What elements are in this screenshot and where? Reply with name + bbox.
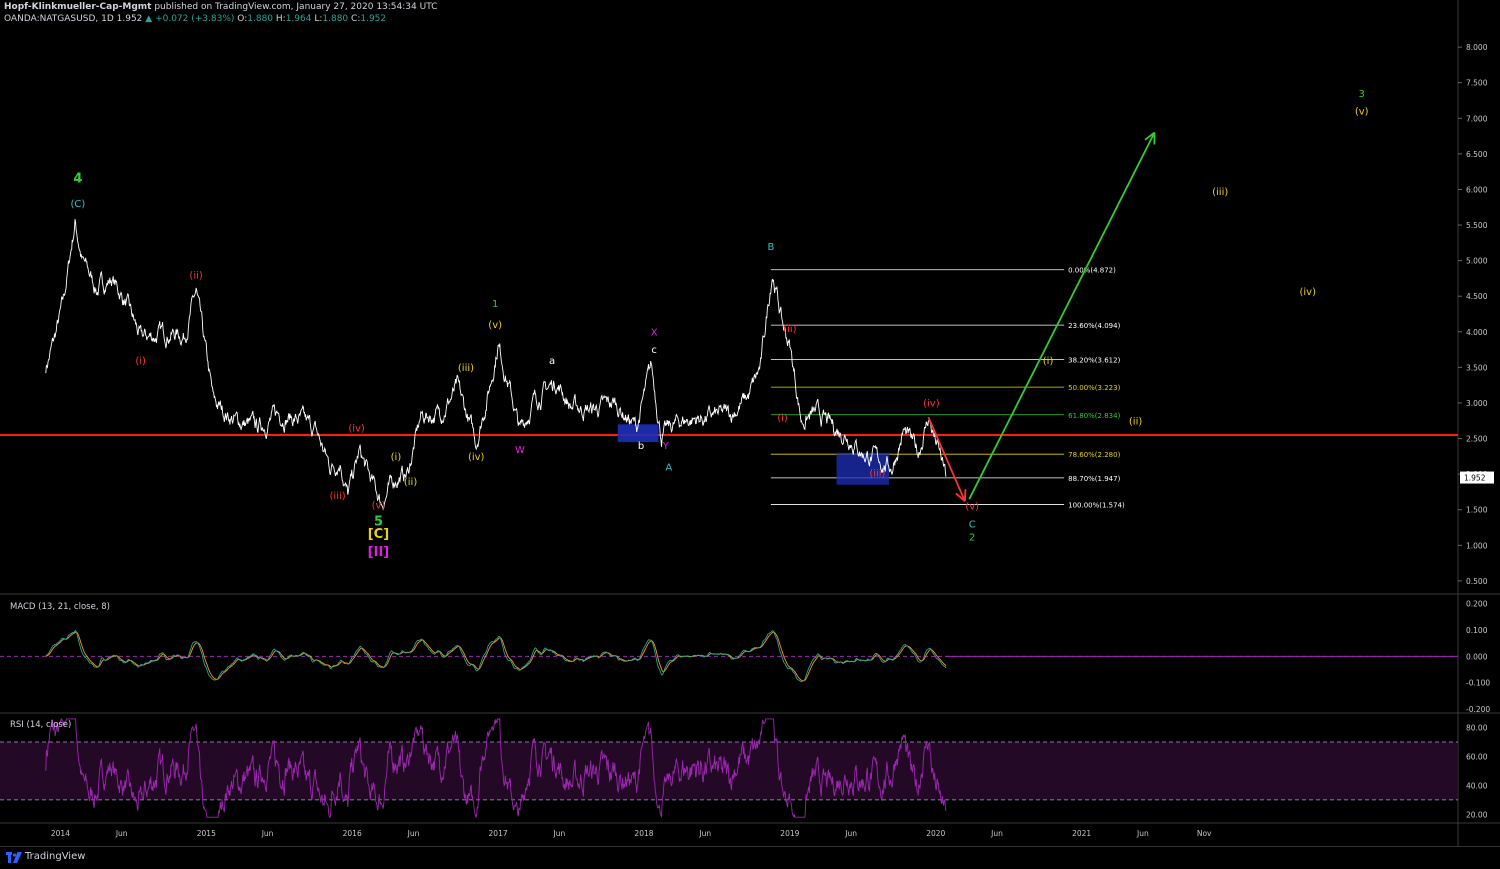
rsi-tick-label: 80.00 xyxy=(1466,724,1488,733)
wave-label: (v) xyxy=(1355,107,1369,118)
wave-label: (i) xyxy=(391,452,402,463)
y-tick-label: 7.000 xyxy=(1466,114,1488,123)
wave-label: (ii) xyxy=(404,477,417,488)
wave-label: Y xyxy=(662,441,670,452)
x-tick-label: 2021 xyxy=(1072,829,1091,838)
y-tick-label: 7.500 xyxy=(1466,79,1488,88)
fib-level-label: 50.00%(3.223) xyxy=(1068,384,1120,392)
wave-label: (iii) xyxy=(458,363,474,374)
fib-level-label: 100.00%(1.574) xyxy=(1068,501,1125,509)
wave-label: (v) xyxy=(372,500,386,511)
macd-tick-label: 0.100 xyxy=(1466,626,1488,635)
rsi-band xyxy=(0,742,1458,800)
y-tick-label: 1.000 xyxy=(1466,541,1488,550)
macd-tick-label: 0.200 xyxy=(1466,600,1488,609)
wave-label: W xyxy=(515,445,525,456)
rsi-pane xyxy=(0,719,1458,817)
wave-label: (C) xyxy=(71,199,86,210)
y-tick-label: 6.000 xyxy=(1466,185,1488,194)
wave-label: (iii) xyxy=(330,491,346,502)
x-tick-label: Jun xyxy=(115,829,128,838)
wave-label: (i) xyxy=(1043,356,1054,367)
wave-label: (ii) xyxy=(1129,416,1142,427)
wave-label: 2 xyxy=(969,532,975,543)
x-tick-label: Jun xyxy=(844,829,857,838)
wave-label: 3 xyxy=(1359,89,1365,100)
x-tick-label: Nov xyxy=(1197,829,1212,838)
wave-label: C xyxy=(969,520,976,531)
x-tick-label: 2018 xyxy=(634,829,653,838)
rsi-label[interactable]: RSI (14, close) xyxy=(10,720,71,730)
chart-canvas[interactable]: 0.00%(4.872) 23.60%(4.094) 38.20%(3.612) 50… xyxy=(0,0,1500,846)
rsi-tick-label: 40.00 xyxy=(1466,781,1488,790)
fib-level-label: 61.80%(2.834) xyxy=(1068,412,1120,420)
wave-label: (iii) xyxy=(1212,187,1228,198)
y-tick-label: 8.000 xyxy=(1466,43,1488,52)
x-tick-label: 2019 xyxy=(780,829,799,838)
macd-tick-label: -0.200 xyxy=(1466,705,1490,714)
wave-label: (i) xyxy=(777,413,788,424)
wave-label: 4 xyxy=(73,171,82,186)
x-tick-label: Jun xyxy=(552,829,565,838)
macd-label[interactable]: MACD (13, 21, close, 8) xyxy=(10,602,110,612)
y-tick-label: 0.500 xyxy=(1466,577,1488,586)
rsi-tick-label: 20.00 xyxy=(1466,810,1488,819)
wave-label: 1 xyxy=(492,299,498,310)
y-tick-label: 3.500 xyxy=(1466,363,1488,372)
wave-label: c xyxy=(651,345,657,356)
wave-label: (i) xyxy=(135,356,146,367)
macd-pane xyxy=(0,631,1458,682)
fib-level-label: 0.00%(4.872) xyxy=(1068,267,1116,275)
wave-label: (ii) xyxy=(189,270,202,281)
y-tick-label: 6.500 xyxy=(1466,150,1488,159)
y-tick-label: 4.500 xyxy=(1466,292,1488,301)
wave-label: [C] xyxy=(368,527,389,542)
price-pane: 0.00%(4.872) 23.60%(4.094) 38.20%(3.612) 50… xyxy=(0,89,1458,560)
x-tick-label: 2014 xyxy=(51,829,70,838)
wave-label: (iv) xyxy=(468,452,485,463)
projection-arrow-green xyxy=(969,133,1154,500)
y-tick-label: 3.000 xyxy=(1466,399,1488,408)
wave-label: (iv) xyxy=(348,423,365,434)
wave-label: (v) xyxy=(965,502,979,513)
x-tick-label: Jun xyxy=(261,829,274,838)
rsi-tick-label: 60.00 xyxy=(1466,752,1488,761)
fib-level-label: 88.70%(1.947) xyxy=(1068,475,1120,483)
wave-label: (iv) xyxy=(1299,287,1316,298)
fib-level-label: 38.20%(3.612) xyxy=(1068,356,1120,364)
projection-arrow-red xyxy=(928,417,964,501)
tradingview-brand[interactable]: TradingView xyxy=(25,851,85,862)
wave-label: b xyxy=(638,441,644,452)
x-tick-label: Jun xyxy=(407,829,420,838)
wave-label: A xyxy=(665,463,672,474)
wave-label: B xyxy=(767,242,774,253)
wave-label: a xyxy=(549,356,555,367)
x-tick-label: 2017 xyxy=(489,829,508,838)
y-tick-label: 1.500 xyxy=(1466,506,1488,515)
y-tick-label: 2.500 xyxy=(1466,435,1488,444)
macd-tick-label: -0.100 xyxy=(1466,679,1490,688)
wave-label: (ii) xyxy=(783,324,796,335)
x-tick-label: Jun xyxy=(1136,829,1149,838)
wave-label: (iii) xyxy=(869,468,885,479)
last-price-label: 1.952 xyxy=(1464,474,1486,483)
macd-tick-label: 0.000 xyxy=(1466,652,1488,661)
y-tick-label: 5.000 xyxy=(1466,257,1488,266)
price-series xyxy=(46,219,946,509)
x-tick-label: 2016 xyxy=(343,829,362,838)
wave-label: (v) xyxy=(488,320,502,331)
wave-label: [II] xyxy=(368,545,390,560)
wave-label: (iv) xyxy=(923,399,940,410)
wave-label: X xyxy=(651,327,658,338)
y-tick-label: 5.500 xyxy=(1466,221,1488,230)
tradingview-logo-icon[interactable] xyxy=(6,852,22,863)
x-tick-label: Jun xyxy=(698,829,711,838)
x-tick-label: Jun xyxy=(990,829,1003,838)
fib-level-label: 23.60%(4.094) xyxy=(1068,322,1120,330)
fib-level-label: 78.60%(2.280) xyxy=(1068,451,1120,459)
x-tick-label: 2020 xyxy=(926,829,945,838)
footer-bar: TradingView xyxy=(0,846,1500,869)
x-tick-label: 2015 xyxy=(197,829,216,838)
y-tick-label: 4.000 xyxy=(1466,328,1488,337)
